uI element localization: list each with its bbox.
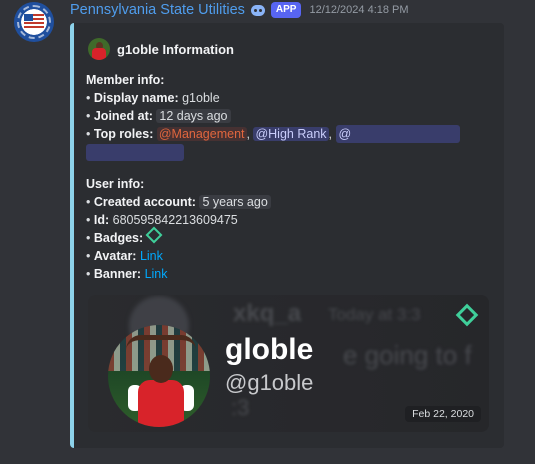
profile-handle: @g1oble	[225, 370, 314, 395]
embed-description: Member info: • Display name: g1oble • Jo…	[86, 71, 496, 283]
created-row: • Created account: 5 years ago	[86, 193, 496, 211]
message-header: Pennsylvania State Utilities APP 12/12/2…	[70, 0, 409, 20]
embed-author: g1oble Information	[88, 38, 234, 60]
robot-icon	[250, 2, 266, 18]
profile-display-name: globle	[225, 333, 314, 366]
author-name[interactable]: Pennsylvania State Utilities	[70, 2, 245, 18]
profile-picture	[108, 325, 210, 427]
role-mention-high-rank[interactable]: @High Rank	[253, 127, 329, 141]
created-value: 5 years ago	[199, 195, 271, 209]
member-info-title: Member info:	[86, 73, 165, 87]
id-row: • Id: 680595842213609475	[86, 213, 238, 227]
embed-author-avatar	[88, 38, 110, 60]
display-name-row: • Display name: g1oble	[86, 91, 220, 105]
hypesquad-diamond-icon[interactable]	[145, 226, 163, 244]
flag-canton	[24, 14, 33, 21]
avatar-row: • Avatar: Link	[86, 249, 163, 263]
display-name-value: g1oble	[182, 91, 220, 105]
user-info-title: User info:	[86, 177, 145, 191]
embed-card: g1oble Information Member info: • Displa…	[70, 23, 504, 448]
profile-date: Feb 22, 2020	[405, 406, 481, 422]
joined-value: 12 days ago	[156, 109, 231, 123]
banner-link[interactable]: Link	[145, 267, 168, 281]
embed-author-name: g1oble Information	[117, 41, 234, 57]
message-timestamp: 12/12/2024 4:18 PM	[309, 4, 409, 16]
role-mention-wrap[interactable]	[86, 144, 184, 161]
joined-row: • Joined at: 12 days ago	[86, 107, 496, 125]
bot-avatar[interactable]	[14, 2, 54, 42]
avatar-link[interactable]: Link	[140, 249, 163, 263]
top-roles-row: • Top roles: @Management, @High Rank, @	[86, 125, 496, 161]
app-tag: APP	[270, 2, 302, 18]
id-value: 680595842213609475	[112, 213, 238, 227]
badges-row: • Badges:	[86, 226, 496, 247]
role-mention-unnamed[interactable]: @	[335, 125, 460, 143]
role-mention-management[interactable]: @Management	[156, 127, 247, 141]
embed-image[interactable]: xkq_a Today at 3:3 e going to f :3 globl…	[88, 295, 489, 432]
banner-row: • Banner: Link	[86, 267, 168, 281]
